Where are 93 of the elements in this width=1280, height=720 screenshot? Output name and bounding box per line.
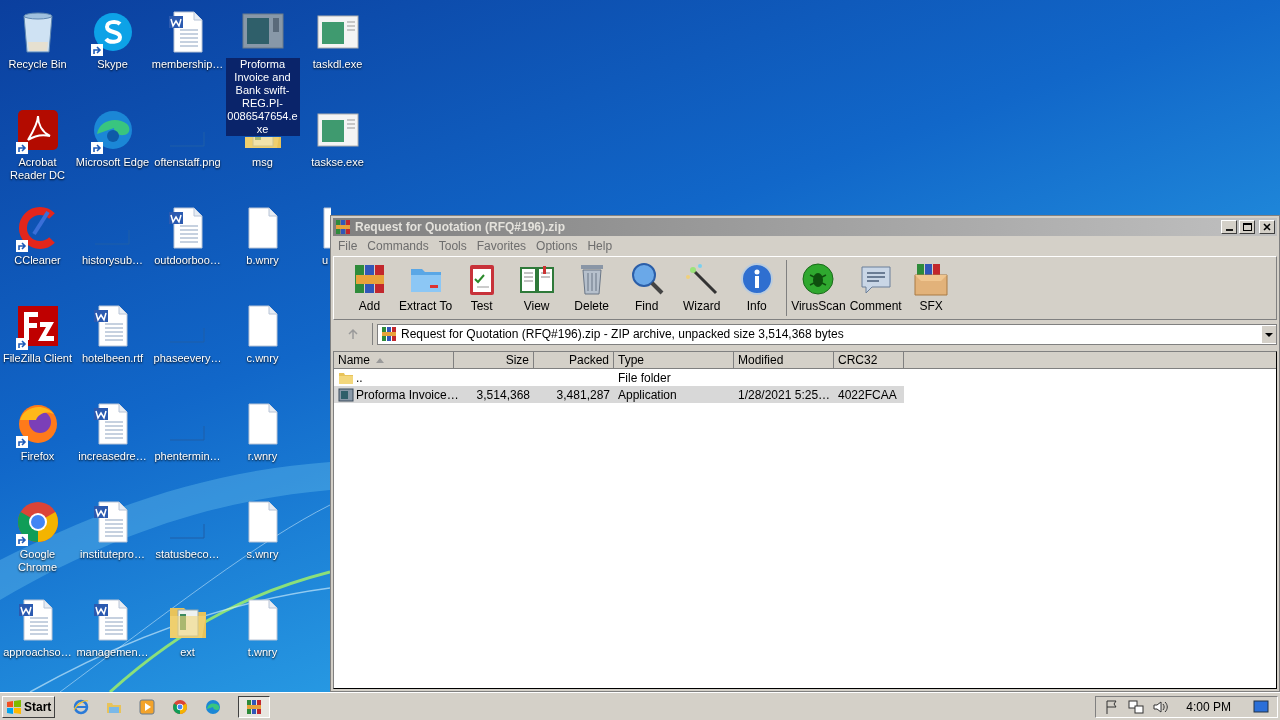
- windows-logo-icon: [6, 698, 22, 715]
- icon-label[interactable]: FileZilla Client: [2, 352, 73, 365]
- icon-label[interactable]: CCleaner: [14, 254, 61, 267]
- icon-label[interactable]: ext: [180, 646, 195, 659]
- clock[interactable]: 4:00 PM: [1186, 697, 1231, 716]
- menu-item[interactable]: Commands: [362, 237, 434, 255]
- icon-label[interactable]: historysub…: [81, 254, 144, 267]
- icon-label[interactable]: taskdl.exe: [312, 58, 363, 71]
- column-header[interactable]: CRC32: [834, 352, 904, 369]
- info-icon: [738, 261, 775, 297]
- icon-label[interactable]: institutepro…: [80, 548, 145, 561]
- icon-label[interactable]: managemen…: [76, 646, 149, 659]
- column-header[interactable]: Name: [334, 352, 454, 369]
- table-cell-text: 4022FCAA: [838, 386, 897, 404]
- table-cell-text: Proforma Invoice…: [356, 386, 459, 404]
- icon-label[interactable]: statusbeco…: [155, 548, 220, 561]
- books-stack-icon[interactable]: [381, 326, 397, 342]
- address-field[interactable]: Request for Quotation (RFQ#196).zip - ZIP archive, unpacked size 3,514,368 bytes: [377, 323, 1277, 345]
- icon-label[interactable]: Microsoft Edge: [75, 156, 150, 169]
- toolbar-button[interactable]: SFX: [903, 260, 959, 316]
- toolbar-button[interactable]: View: [509, 260, 565, 316]
- column-label: Size: [505, 352, 529, 369]
- toolbar-button[interactable]: Add: [342, 260, 397, 316]
- icon-label[interactable]: outdoorboo…: [154, 254, 221, 267]
- window-title: Request for Quotation (RFQ#196).zip: [355, 219, 565, 236]
- toolbar-button[interactable]: Delete: [564, 260, 620, 316]
- icon-label[interactable]: taskse.exe: [311, 156, 364, 169]
- toolbar-button[interactable]: Find: [619, 260, 675, 316]
- column-header[interactable]: Modified: [734, 352, 834, 369]
- column-label: Packed: [568, 352, 609, 369]
- sort-arrow-icon: [376, 357, 384, 363]
- icon-label[interactable]: s.wnry: [246, 548, 279, 561]
- icon-label[interactable]: c.wnry: [246, 352, 279, 365]
- toolbar-button[interactable]: Info: [729, 260, 785, 316]
- toolbar-button[interactable]: Test: [454, 260, 510, 316]
- column-label: Name: [338, 352, 370, 369]
- box-with-books-icon: [913, 261, 950, 297]
- network-icon[interactable]: [1128, 698, 1145, 715]
- icon-label[interactable]: b.wnry: [246, 254, 279, 267]
- icon-label[interactable]: membership…: [151, 58, 224, 71]
- file-row[interactable]: Proforma Invoice… 3,514,368 3,481,287 Application 1/28/2021 5:25… 4022FCAA: [334, 386, 904, 403]
- icon-label[interactable]: Proforma Invoice and Bank swift-REG.PI-0086547654.exe: [225, 58, 300, 136]
- address-text: Request for Quotation (RFQ#196).zip - ZIP archive, unpacked size 3,514,368 bytes: [401, 326, 844, 343]
- icon-label[interactable]: approachso…: [3, 646, 72, 659]
- books-stack-icon[interactable]: [246, 698, 263, 715]
- icon-label[interactable]: Recycle Bin: [8, 58, 67, 71]
- media-player-icon[interactable]: [139, 698, 156, 715]
- books-stack-icon[interactable]: [335, 219, 351, 235]
- column-label: Type: [618, 352, 644, 369]
- application-icon: [338, 386, 354, 403]
- show-desktop-icon[interactable]: [1253, 699, 1269, 714]
- maximize-icon: [1242, 223, 1252, 231]
- icon-label[interactable]: increasedre…: [78, 450, 147, 463]
- table-cell-text: ..: [356, 369, 363, 387]
- up-arrow-icon: [346, 328, 359, 340]
- close-icon: [1263, 223, 1271, 231]
- icon-label[interactable]: Acrobat Reader DC: [0, 156, 75, 182]
- column-header[interactable]: Packed: [534, 352, 614, 369]
- menu-item[interactable]: Tools: [433, 237, 472, 255]
- icon-label[interactable]: Firefox: [20, 450, 55, 463]
- icon-label[interactable]: oftenstaff.png: [154, 156, 221, 169]
- start-button[interactable]: Start: [2, 695, 56, 718]
- icon-label[interactable]: Skype: [97, 58, 128, 71]
- minimize-button[interactable]: [1221, 220, 1237, 234]
- icon-label[interactable]: phaseevery…: [153, 352, 222, 365]
- table-cell-text: 3,514,368: [476, 386, 530, 404]
- icon-label[interactable]: u: [322, 254, 329, 267]
- column-label: CRC32: [838, 352, 878, 369]
- column-header[interactable]: Type: [614, 352, 734, 369]
- column-header[interactable]: Size: [454, 352, 534, 369]
- table-cell-text: File folder: [618, 369, 671, 387]
- icon-label[interactable]: msg: [252, 156, 273, 169]
- speaker-icon[interactable]: [1152, 698, 1169, 715]
- toolbar-button[interactable]: VirusScan: [789, 260, 848, 316]
- close-button[interactable]: [1259, 220, 1275, 234]
- table-cell-text: 3,481,287: [556, 386, 610, 404]
- toolbar-button[interactable]: Extract To: [397, 260, 455, 316]
- maximize-button[interactable]: [1239, 220, 1255, 234]
- browser-icon[interactable]: [73, 698, 90, 715]
- minimize-icon: [1225, 229, 1233, 231]
- file-row[interactable]: .. File folder: [334, 369, 904, 386]
- table-cell-text: Application: [618, 386, 677, 404]
- toolbar-button[interactable]: Comment: [847, 260, 904, 316]
- icon-label[interactable]: hotelbeen.rtf: [81, 352, 144, 365]
- icon-label[interactable]: phentermin…: [154, 450, 221, 463]
- icon-label[interactable]: r.wnry: [247, 450, 278, 463]
- magic-wand-icon: [683, 261, 720, 297]
- table-cell-text: 1/28/2021 5:25…: [738, 386, 831, 404]
- menu-item[interactable]: Options: [531, 237, 583, 255]
- chrome-icon[interactable]: [172, 698, 189, 715]
- bug-icon: [800, 261, 837, 297]
- column-label: Modified: [738, 352, 784, 369]
- toolbar-button[interactable]: Wizard: [674, 260, 730, 316]
